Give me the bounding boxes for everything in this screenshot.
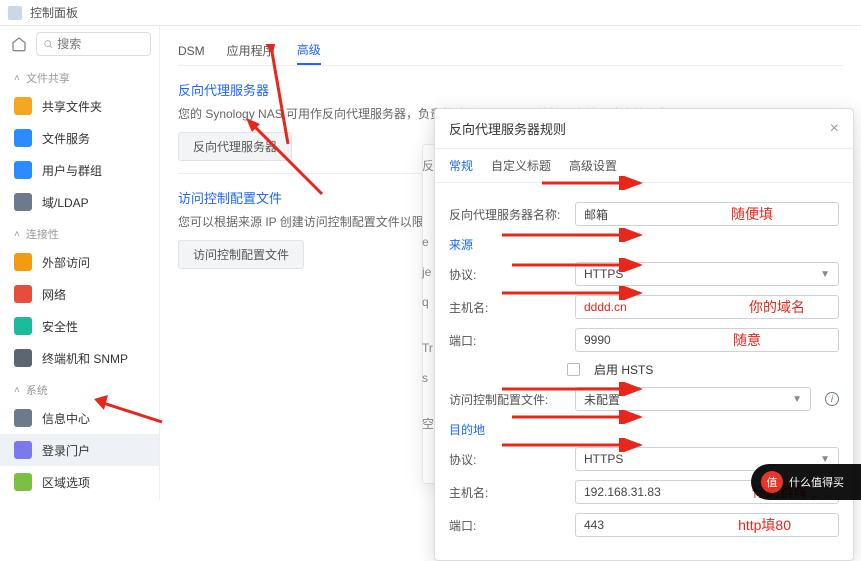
home-icon[interactable] [8,33,30,55]
sidebar-item-external-access[interactable]: 外部访问 [0,246,159,278]
app-icon [8,6,22,20]
main-tabs: DSM 应用程序 高级 [178,36,843,66]
label-src-protocol: 协议: [449,266,567,283]
label-hsts: 启用 HSTS [594,361,653,378]
sidebar-item-domain-ldap[interactable]: 域/LDAP [0,186,159,218]
dest-header: 目的地 [449,421,839,438]
label-proxy-name: 反向代理服务器名称: [449,206,567,223]
search-icon [43,38,53,50]
dialog-tab-advanced[interactable]: 高级设置 [569,149,617,182]
watermark: 值 什么值得买 [751,464,861,500]
input-proxy-name[interactable] [575,202,839,226]
sidebar-item-login-portal[interactable]: 登录门户 [0,434,159,466]
label-src-port: 端口: [449,332,567,349]
sidebar-item-network[interactable]: 网络 [0,278,159,310]
reverse-proxy-button[interactable]: 反向代理服务器 [178,132,292,161]
close-icon[interactable]: × [830,120,839,138]
label-src-host: 主机名: [449,299,567,316]
dialog-tab-custom-header[interactable]: 自定义标题 [491,149,551,182]
annotation-name: 随便填 [731,204,773,224]
label-dst-protocol: 协议: [449,451,567,468]
sidebar-item-security[interactable]: 安全性 [0,310,159,342]
window-titlebar: 控制面板 [0,0,861,26]
sidebar-item-regional-options[interactable]: 区域选项 [0,466,159,498]
watermark-icon: 值 [761,471,783,493]
section-reverse-proxy-title: 反向代理服务器 [178,80,843,99]
select-acl[interactable]: 未配置▼ [575,387,811,411]
label-dst-host: 主机名: [449,484,567,501]
window-title: 控制面板 [30,4,78,21]
checkbox-hsts[interactable] [567,363,580,376]
group-system[interactable]: ˄系统 [0,374,159,402]
dialog-tabs: 常规 自定义标题 高级设置 [435,149,853,183]
sidebar-item-info-center[interactable]: 信息中心 [0,402,159,434]
label-acl: 访问控制配置文件: [449,391,567,408]
info-icon[interactable]: i [825,392,839,406]
label-dst-port: 端口: [449,517,567,534]
group-connectivity[interactable]: ˄连接性 [0,218,159,246]
tab-advanced[interactable]: 高级 [297,36,321,65]
annotation-dport: http填80 [738,515,791,535]
source-header: 来源 [449,236,839,253]
sidebar-item-file-services[interactable]: 文件服务 [0,122,159,154]
input-dst-port[interactable] [575,513,839,537]
input-src-port[interactable] [575,328,839,352]
dialog-title: 反向代理服务器规则 [449,119,566,138]
acl-button[interactable]: 访问控制配置文件 [178,240,304,269]
group-file-sharing[interactable]: ˄文件共享 [0,62,159,90]
background-modal-peek: 反 e je q Tr s 空 [422,144,434,436]
sidebar-item-user-group[interactable]: 用户与群组 [0,154,159,186]
sidebar-item-terminal-snmp[interactable]: 终端机和 SNMP [0,342,159,374]
annotation-host: 你的域名 [749,297,805,317]
tab-dsm[interactable]: DSM [178,36,205,65]
search-input[interactable] [36,32,151,56]
tab-apps[interactable]: 应用程序 [227,36,275,65]
dialog-tab-general[interactable]: 常规 [449,149,473,182]
annotation-port: 随意 [733,330,761,350]
sidebar-item-shared-folder[interactable]: 共享文件夹 [0,90,159,122]
select-src-protocol[interactable]: HTTPS▼ [575,262,839,286]
sidebar: ˄文件共享 共享文件夹 文件服务 用户与群组 域/LDAP ˄连接性 外部访问 … [0,26,160,500]
